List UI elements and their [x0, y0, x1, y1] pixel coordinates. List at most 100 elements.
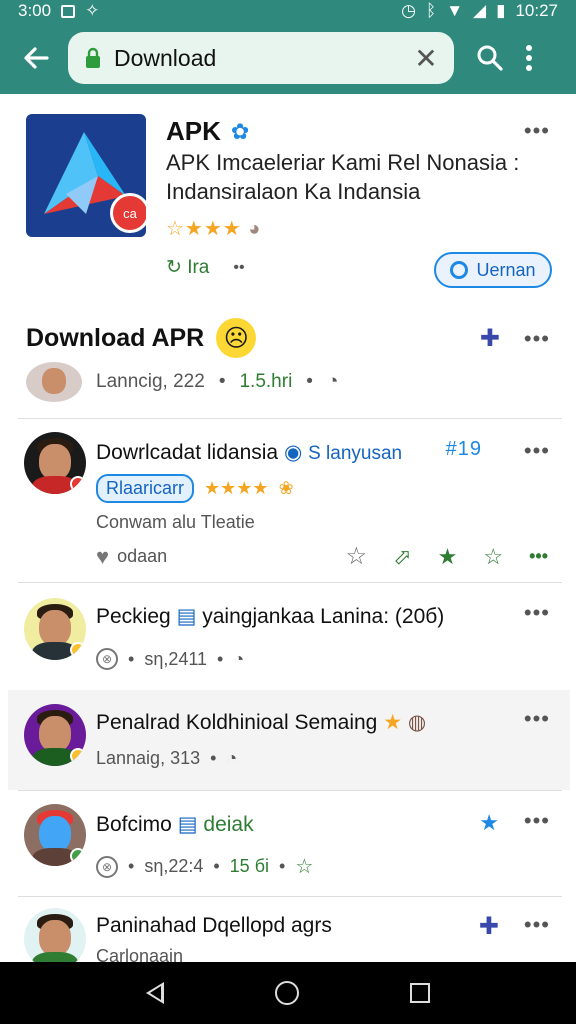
list-item[interactable]: Penalrad Koldhinioal Semaing ★ ◍ ••• Lan…: [8, 690, 570, 790]
arrow-back-icon: [24, 47, 49, 69]
more-options-icon[interactable]: •••: [524, 600, 550, 626]
search-button[interactable]: [466, 34, 514, 82]
app-card[interactable]: ca APK ✿ APK Imcaeleriar Kami Rel Nonasi…: [8, 94, 570, 299]
dot-separator: •: [217, 648, 224, 669]
rating-emoji-icon: ❀: [278, 478, 294, 498]
item-meta-text: sη,2411: [144, 648, 208, 669]
item-title: Dowrlcadat lidansia ◉ S lanyusan: [96, 441, 403, 464]
list-item[interactable]: Paninahad Dqellopd agrs ✚ ••• Carlonaain: [8, 898, 570, 962]
star-filled-icon[interactable]: ★: [479, 810, 500, 836]
dot-separator: •: [213, 856, 220, 876]
section-more-icon[interactable]: •••: [524, 326, 550, 352]
info-icon: ⊗: [96, 648, 118, 670]
more-options-icon[interactable]: •••: [524, 118, 550, 144]
section-meta: Lanncig, 222 • 1.5.hri • ◔: [26, 362, 338, 402]
app-subtitle: APK Imcaeleriar Kami Rel Nonasia :: [166, 150, 520, 175]
item-meta: ⊗ • sη,22:4 • 15 бi • ☆: [96, 854, 313, 879]
list-item[interactable]: Peckieg ▤ yaingjankaa Lanina: (20б) ••• …: [8, 584, 570, 688]
star-outline-icon[interactable]: ☆: [346, 542, 368, 571]
lock-icon: [80, 45, 106, 71]
divider: [18, 418, 562, 419]
dot-separator: •: [306, 371, 313, 392]
refresh-icon: ◔: [233, 648, 245, 669]
status-left-text: 3:00: [18, 1, 52, 20]
star-filled-icon[interactable]: ★: [438, 544, 458, 570]
refresh-icon: ◔: [326, 371, 339, 392]
list-item[interactable]: Dowrlcadat lidansia ◉ S lanyusan #19 •••…: [8, 420, 570, 582]
puzzle-icon[interactable]: ✚: [479, 912, 500, 941]
rating-stars: ★★★★: [204, 478, 269, 498]
dot-separator: •: [128, 648, 135, 669]
more-vert-icon: [526, 45, 532, 71]
battery-icon: ▮: [496, 1, 506, 20]
section-header: Download APR ☹: [26, 318, 257, 358]
status-time: 10:27: [515, 1, 558, 20]
item-subtitle: Carlonaain: [96, 946, 184, 962]
nav-home-icon[interactable]: [274, 981, 299, 1005]
item-tag: S lanyusan: [308, 443, 403, 464]
more-options-icon[interactable]: •••: [524, 808, 550, 834]
item-title: Bofcimo ▤ deiak: [96, 813, 254, 836]
alarm-icon: ◷: [401, 1, 416, 20]
item-meta: Lannaig, 313 • ◔: [96, 748, 237, 769]
share-icon[interactable]: ⬀: [393, 544, 411, 570]
more-options-icon[interactable]: •••: [529, 546, 548, 567]
list-item[interactable]: Bofcimo ▤ deiak ★ ••• ⊗ • sη,22:4 • 15 б…: [8, 792, 570, 896]
app-subtitle-2: Indansiralaon Ka Indansia: [166, 179, 421, 204]
divider: [18, 582, 562, 583]
navigation-bar: [0, 962, 576, 1024]
app-title: APK: [166, 116, 221, 146]
item-size: 15 бi: [229, 856, 270, 876]
clear-icon[interactable]: ✕: [410, 42, 442, 75]
item-meta: Rlaaricarr ★★★★ ❀: [96, 474, 294, 503]
item-meta-text: Lannaig, 313: [96, 748, 201, 768]
section-size: 1.5.hri: [239, 371, 293, 392]
nav-recents-icon[interactable]: [410, 983, 431, 1003]
avatar: [24, 804, 86, 866]
overflow-menu-button[interactable]: [514, 34, 544, 82]
emoji-face-icon: ☹: [216, 318, 257, 358]
dot-separator: •: [218, 371, 226, 392]
signal-icon: ◢: [473, 1, 487, 20]
update-button[interactable]: Uernan: [434, 252, 552, 288]
more-options-icon[interactable]: •••: [524, 706, 550, 732]
search-field[interactable]: Download ✕: [68, 32, 454, 84]
document-icon: ▤: [177, 813, 198, 836]
dots-icon: ••: [233, 258, 245, 276]
app-icon[interactable]: ca: [26, 114, 146, 237]
wifi-icon: ▼: [446, 1, 464, 20]
avatar: [24, 704, 86, 766]
item-title: Peckieg ▤ yaingjankaa Lanina: (20б): [96, 605, 445, 628]
rating-stars: ☆★★★: [166, 218, 242, 240]
install-row: ↻ Ira ••: [166, 256, 245, 279]
back-button[interactable]: [14, 36, 58, 80]
divider: [18, 790, 562, 791]
update-label: Uernan: [476, 259, 536, 280]
item-meta: ⊗ • sη,2411 • ◔: [96, 648, 244, 670]
divider: [18, 896, 562, 897]
puzzle-icon[interactable]: ✚: [480, 324, 500, 353]
category-pill[interactable]: Rlaaricarr: [96, 474, 195, 503]
star-outline-green-icon[interactable]: ☆: [483, 544, 503, 570]
avatar: [24, 598, 86, 660]
app-badge: ca: [110, 193, 146, 233]
nav-back-icon[interactable]: [145, 982, 164, 1004]
like-button[interactable]: ♥ odaan: [96, 544, 167, 570]
location-icon: ✧: [85, 1, 100, 20]
app-bar: Download ✕: [0, 22, 576, 94]
install-button[interactable]: ↻ Ira: [166, 256, 209, 279]
more-options-icon[interactable]: •••: [524, 438, 550, 464]
status-bar: 3:00 ✧ ◷ ᛒ ▼ ◢ ▮ 10:27: [0, 0, 576, 22]
star-filled-icon: ★: [383, 711, 403, 734]
dot-separator: •: [128, 856, 135, 876]
document-icon: ▤: [176, 605, 197, 628]
bluetooth-icon: ᛒ: [425, 1, 437, 20]
notification-icon: [61, 4, 76, 18]
main-content: ca APK ✿ APK Imcaeleriar Kami Rel Nonasi…: [8, 94, 570, 962]
item-actions: ♥ odaan ☆ ⬀ ★ ☆ •••: [96, 542, 548, 571]
more-options-icon[interactable]: •••: [524, 912, 550, 938]
search-input[interactable]: Download: [106, 45, 410, 72]
avatar: [24, 432, 86, 494]
heart-icon: ♥: [96, 543, 110, 569]
dot-separator: •: [210, 748, 217, 768]
